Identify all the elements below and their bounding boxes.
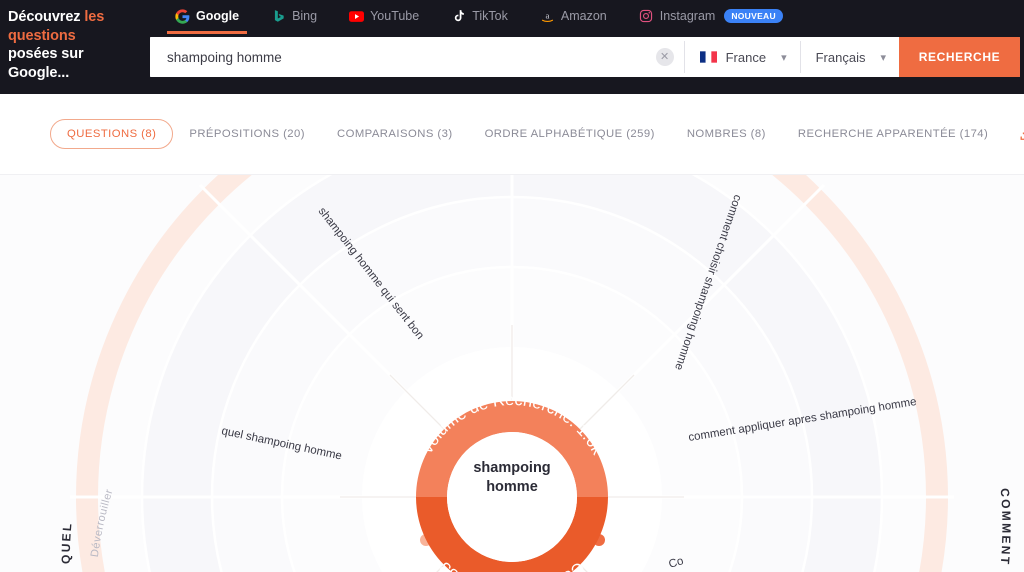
keyword-wheel-chart[interactable]: Volume de Recherche: 1.6k Coût Par Clic:… — [0, 174, 1024, 572]
brand-line1-a: Découvrez — [8, 9, 85, 25]
filter-bar: QUESTIONS (8) PRÉPOSITIONS (20) COMPARAI… — [0, 94, 1024, 174]
bing-icon — [271, 9, 286, 24]
brand-line2: questions — [8, 27, 76, 44]
language-select[interactable]: Français ▾ — [800, 37, 899, 77]
tab-tiktok[interactable]: TikTok — [435, 0, 524, 32]
tab-amazon[interactable]: a Amazon — [524, 0, 623, 32]
amazon-icon: a — [540, 9, 555, 24]
center-keyword-line2: homme — [486, 479, 538, 495]
language-select-label: Français — [815, 49, 866, 65]
download-icon — [1018, 127, 1024, 142]
chevron-down-icon: ▾ — [781, 51, 787, 64]
filter-chip-ordre-alphabetique[interactable]: ORDRE ALPHABÉTIQUE (259) — [469, 128, 671, 140]
brand-line3: posées sur — [8, 46, 84, 62]
tiktok-icon — [451, 9, 466, 24]
filter-chip-questions[interactable]: QUESTIONS (8) — [50, 119, 174, 149]
tab-google-label: Google — [196, 9, 240, 23]
brand-title: Découvrez les questions posées sur Googl… — [0, 0, 145, 94]
instagram-new-badge: NOUVEAU — [724, 9, 783, 23]
brand-line4: Google... — [8, 64, 70, 81]
ring-label-comment: COMMENT — [998, 488, 1014, 567]
filter-chip-recherche-apparentee[interactable]: RECHERCHE APPARENTÉE (174) — [782, 128, 1004, 140]
filter-chip-prepositions[interactable]: PRÉPOSITIONS (20) — [173, 128, 321, 140]
search-input[interactable] — [167, 49, 656, 65]
search-bar: ✕ France ▾ Français — [150, 37, 1020, 77]
youtube-icon — [349, 9, 365, 24]
close-icon[interactable]: ✕ — [655, 48, 674, 66]
tab-youtube[interactable]: YouTube — [333, 0, 435, 32]
header-right: Google Bing YouTube TikTok a Amazon Inst… — [145, 0, 1024, 94]
filter-chip-nombres[interactable]: NOMBRES (8) — [671, 128, 782, 140]
source-tabs: Google Bing YouTube TikTok a Amazon Inst… — [145, 0, 1024, 34]
country-select-label: France — [725, 49, 767, 65]
search-button[interactable]: RECHERCHE — [899, 37, 1020, 77]
center-keyword-line1: shampoing — [473, 460, 550, 476]
app-root: Découvrez les questions posées sur Googl… — [0, 0, 1024, 572]
fr-flag-icon — [699, 51, 717, 63]
tab-bing-label: Bing — [292, 9, 318, 23]
country-select[interactable]: France ▾ — [684, 37, 800, 77]
download-csv-button[interactable]: Télécharger le CSV — [1018, 127, 1024, 142]
tab-instagram-label: Instagram — [659, 9, 716, 23]
app-header: Découvrez les questions posées sur Googl… — [0, 0, 1024, 94]
tab-tiktok-label: TikTok — [472, 9, 508, 23]
search-input-wrap: ✕ — [150, 37, 684, 77]
instagram-icon — [639, 9, 654, 24]
filter-chip-comparaisons[interactable]: COMPARAISONS (3) — [321, 128, 469, 140]
tab-google[interactable]: Google — [159, 0, 255, 34]
tab-instagram[interactable]: Instagram NOUVEAU — [623, 0, 799, 32]
brand-line1-accent: les — [84, 9, 105, 25]
ring-label-quel: QUEL — [59, 521, 75, 564]
tab-amazon-label: Amazon — [560, 9, 607, 23]
keyword-wheel-svg: Volume de Recherche: 1.6k Coût Par Clic:… — [59, 175, 1014, 572]
tab-bing[interactable]: Bing — [255, 0, 333, 32]
tab-youtube-label: YouTube — [370, 9, 420, 23]
chevron-down-icon: ▾ — [880, 51, 886, 64]
google-icon — [175, 8, 190, 24]
svg-text:a: a — [545, 10, 549, 20]
